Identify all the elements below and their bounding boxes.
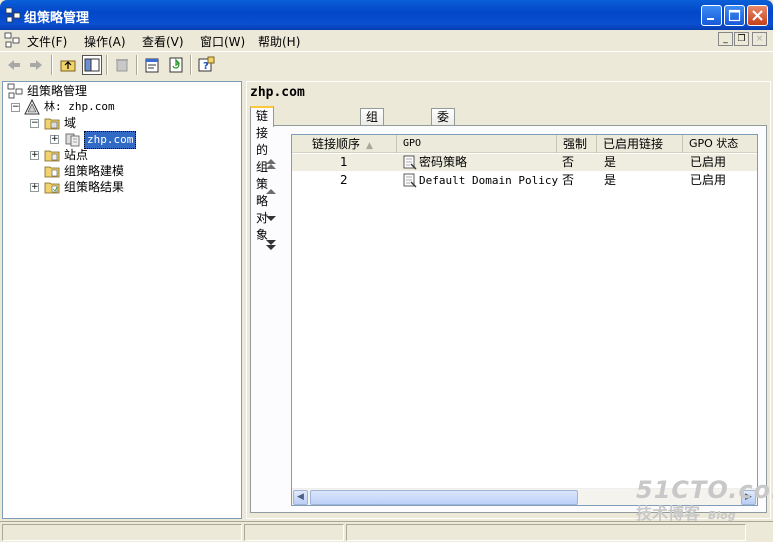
gpmc-icon — [5, 7, 21, 23]
minimize-button[interactable] — [701, 5, 722, 26]
collapse-icon[interactable]: − — [30, 119, 39, 128]
up-folder-icon — [60, 60, 76, 72]
column-header-gpo-status[interactable]: GPO 状态 — [683, 135, 757, 153]
toolbar-separator — [136, 55, 138, 75]
delete-icon — [116, 59, 128, 72]
delete-button[interactable] — [112, 55, 132, 75]
menu-bar: 文件(F) 操作(A) 查看(V) 窗口(W) 帮助(H) _ ❐ × — [0, 30, 773, 50]
list-header: 链接顺序 ▲ GPO 强制 已启用链接 GPO 状态 — [292, 135, 757, 153]
page-title: zhp.com — [250, 85, 305, 100]
modeling-folder-icon — [44, 166, 60, 178]
cell-order: 2 — [340, 173, 348, 187]
domain-icon — [65, 133, 80, 147]
forward-icon — [30, 60, 42, 70]
sites-folder-icon — [44, 150, 60, 162]
details-pane: zhp.com 链接的组策略对象 组策略继承 委派 链接顺序 ▲ GPO 强制 已… — [246, 81, 771, 519]
maximize-button[interactable] — [724, 5, 745, 26]
cell-status: 已启用 — [690, 155, 727, 169]
up-level-button[interactable] — [58, 55, 78, 75]
cell-enforced: 否 — [562, 155, 575, 169]
column-label: 链接顺序 — [312, 137, 361, 151]
cell-link-enabled: 是 — [604, 155, 617, 169]
toolbar-separator — [51, 55, 53, 75]
column-header-link-order[interactable]: 链接顺序 ▲ — [292, 135, 397, 153]
scroll-thumb[interactable] — [310, 490, 578, 505]
close-button[interactable] — [747, 5, 768, 26]
properties-button[interactable] — [142, 55, 162, 75]
tree-label: 组策略结果 — [64, 180, 125, 194]
tab-linked-gpos[interactable]: 链接的组策略对象 — [250, 106, 275, 242]
forward-button[interactable] — [26, 55, 46, 75]
tab-gp-inheritance[interactable]: 组策略继承 — [360, 108, 385, 192]
minimize-icon — [707, 18, 714, 20]
column-header-link-enabled[interactable]: 已启用链接 — [597, 135, 683, 153]
gpo-name: Default Domain Policy — [419, 174, 559, 187]
expand-icon[interactable]: + — [50, 135, 59, 144]
toolbar-separator — [106, 55, 108, 75]
window-title: 组策略管理 — [24, 11, 90, 26]
watermark: 51CTO.com 技术博客Blog — [636, 476, 773, 524]
help-button[interactable]: ? — [196, 55, 216, 75]
status-bar — [0, 521, 773, 542]
cell-status: 已启用 — [690, 173, 727, 187]
scroll-left-button[interactable]: ◀ — [293, 490, 308, 505]
help-icon: ? — [198, 56, 215, 72]
column-header-enforced[interactable]: 强制 — [557, 135, 597, 153]
tab-delegation[interactable]: 委派 — [431, 108, 456, 141]
toolbar-separator — [190, 55, 192, 75]
refresh-button[interactable] — [166, 55, 186, 75]
gpmc-menu-icon[interactable] — [4, 32, 20, 48]
menu-window[interactable]: 窗口(W) — [200, 33, 245, 50]
mdi-minimize-button[interactable]: _ — [718, 32, 733, 46]
status-section — [244, 524, 344, 541]
expand-icon[interactable]: + — [30, 151, 39, 160]
show-hide-tree-icon — [84, 58, 100, 72]
close-icon — [752, 10, 763, 21]
back-icon — [8, 60, 20, 70]
tree-label: 林: zhp.com — [44, 100, 115, 113]
tree-label: 组策略管理 — [27, 84, 88, 98]
collapse-icon[interactable]: − — [11, 103, 20, 112]
cell-gpo: 密码策略 — [402, 154, 552, 171]
toolbar: ? — [0, 51, 773, 78]
mdi-close-button[interactable]: × — [752, 32, 767, 46]
sort-ascending-icon: ▲ — [366, 141, 373, 151]
gpmc-icon — [7, 83, 23, 99]
status-section — [346, 524, 746, 541]
tree-label: zhp.com — [84, 131, 137, 149]
linked-gpo-list[interactable]: 链接顺序 ▲ GPO 强制 已启用链接 GPO 状态 1 密码策略 否 是 已启用… — [291, 134, 758, 506]
gpo-name: 密码策略 — [419, 155, 468, 169]
table-row[interactable]: 1 密码策略 否 是 已启用 — [292, 154, 757, 171]
domains-folder-icon — [44, 118, 60, 130]
cell-gpo: Default Domain Policy — [402, 172, 558, 189]
table-row[interactable]: 2 Default Domain Policy 否 是 已启用 — [292, 172, 757, 189]
menu-action[interactable]: 操作(A) — [84, 33, 126, 50]
menu-file[interactable]: 文件(F) — [27, 33, 67, 50]
tree-label: 域 — [64, 116, 77, 130]
status-section — [2, 524, 242, 541]
refresh-icon — [169, 57, 183, 73]
gpo-scroll-icon — [403, 155, 417, 170]
cell-order: 1 — [340, 155, 348, 169]
show-hide-tree-button[interactable] — [82, 55, 102, 75]
results-folder-icon — [44, 182, 60, 194]
maximize-icon — [728, 9, 741, 22]
menu-help[interactable]: 帮助(H) — [258, 33, 300, 50]
menu-view[interactable]: 查看(V) — [142, 33, 184, 50]
properties-icon — [145, 58, 159, 73]
tab-panel: 链接顺序 ▲ GPO 强制 已启用链接 GPO 状态 1 密码策略 否 是 已启用… — [250, 125, 767, 513]
tree-label: 站点 — [64, 148, 89, 162]
expand-icon[interactable]: + — [30, 183, 39, 192]
console-tree[interactable]: 组策略管理 − 林: zhp.com − 域 + zhp.com + 站点 组策… — [2, 81, 242, 519]
title-bar: 组策略管理 — [0, 0, 773, 30]
column-header-gpo[interactable]: GPO — [397, 135, 557, 153]
tree-label: 组策略建模 — [64, 164, 125, 178]
gpo-scroll-icon — [403, 173, 417, 188]
back-button[interactable] — [4, 55, 24, 75]
forest-icon — [24, 99, 40, 115]
mdi-restore-button[interactable]: ❐ — [734, 32, 749, 46]
cell-enforced: 否 — [562, 173, 575, 187]
cell-link-enabled: 是 — [604, 173, 617, 187]
